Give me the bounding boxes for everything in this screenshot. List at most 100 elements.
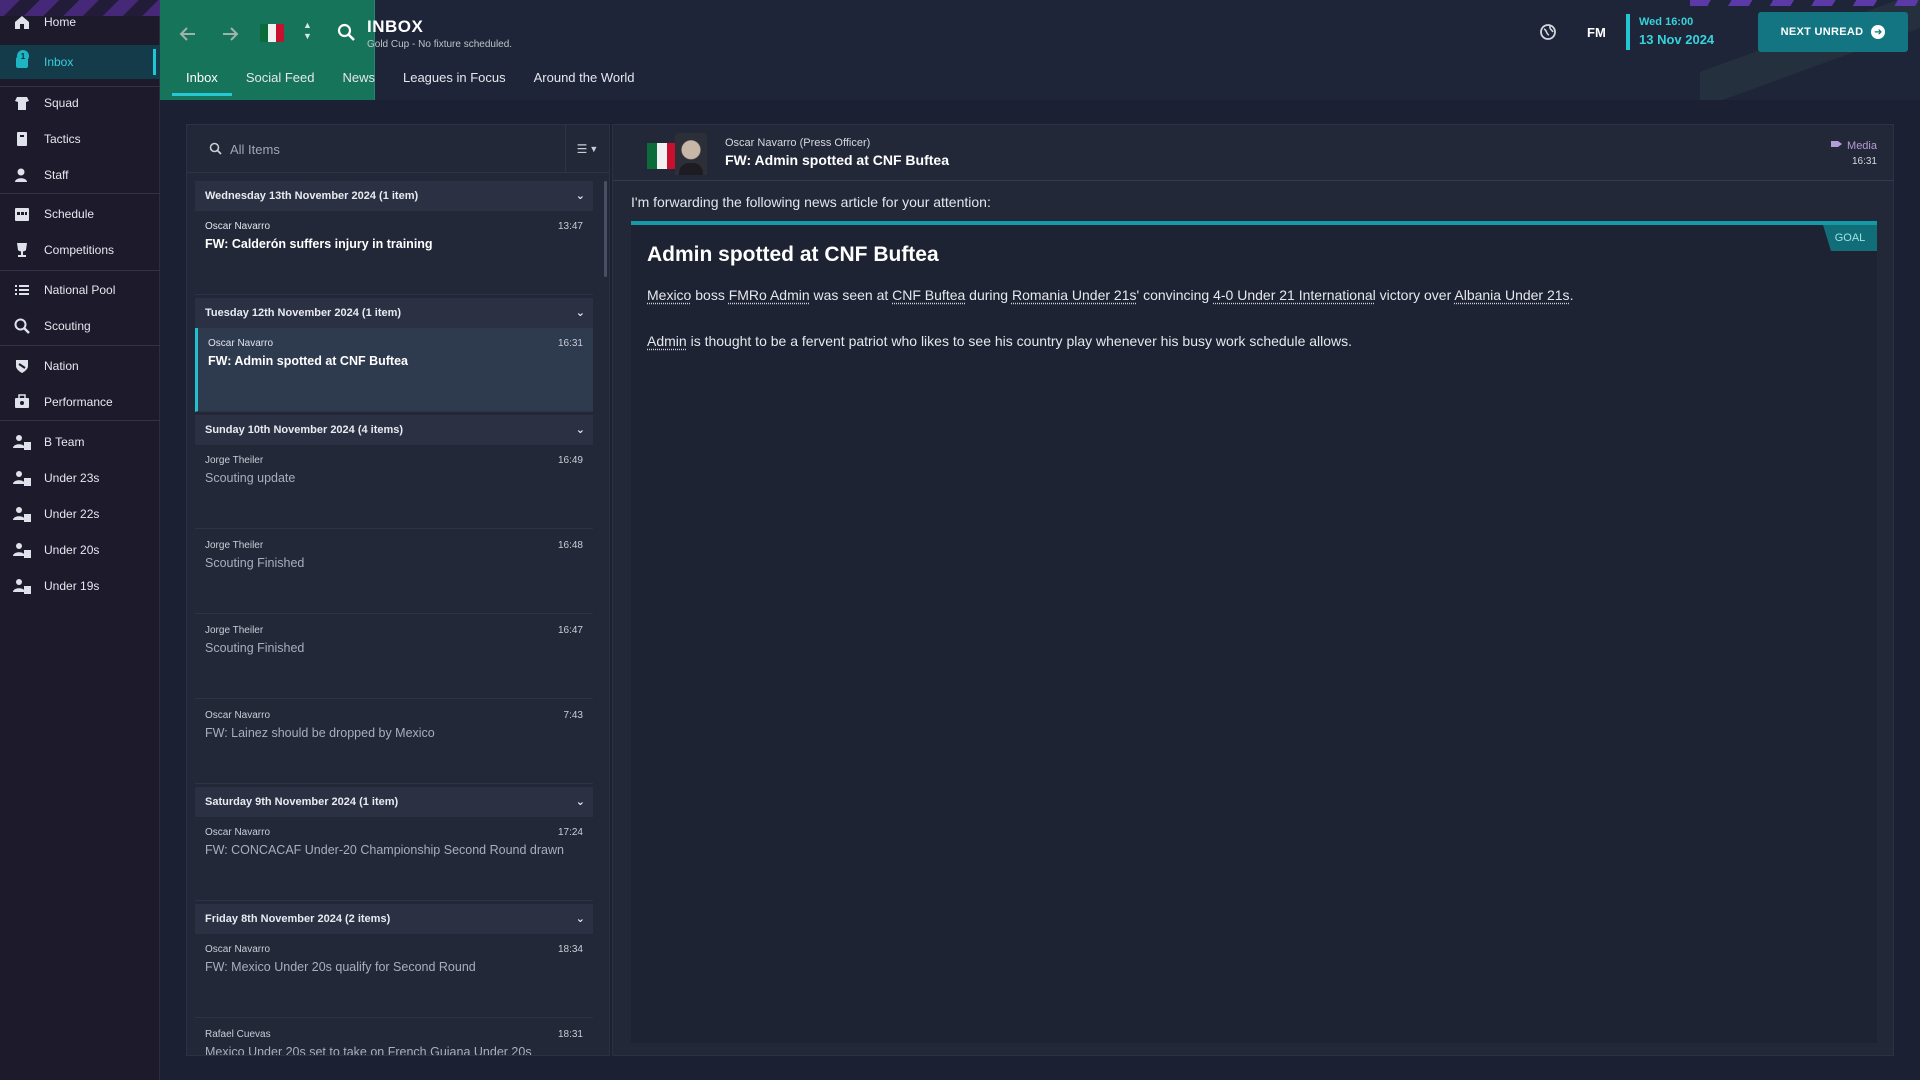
text: is thought to be a fervent patriot who l… xyxy=(686,333,1353,349)
performance-icon xyxy=(12,392,32,412)
next-unread-button[interactable]: NEXT UNREAD ➜ xyxy=(1758,12,1908,52)
sidebar-item-label: Performance xyxy=(44,395,113,409)
message-time: 16:31 xyxy=(1851,156,1877,167)
message-sender: Oscar Navarro xyxy=(205,827,271,838)
message-item[interactable]: Jorge Theiler 16:49 Scouting update xyxy=(195,445,593,529)
team-icon xyxy=(12,432,32,452)
link-opponent[interactable]: Albania Under 21s xyxy=(1454,287,1569,303)
link-manager[interactable]: Admin xyxy=(647,333,687,349)
game-date: 13 Nov 2024 xyxy=(1639,32,1715,47)
tab-social-feed[interactable]: Social Feed xyxy=(232,66,329,96)
inbox-badge: 1 xyxy=(17,50,29,62)
article-paragraph: Admin is thought to be a fervent patriot… xyxy=(647,333,1352,349)
sidebar-item-label: Nation xyxy=(44,359,79,373)
message-item[interactable]: Oscar Navarro 13:47 FW: Calderón suffers… xyxy=(195,211,593,295)
sidebar-item-squad[interactable]: Squad xyxy=(0,86,160,120)
sidebar-item-under-19s[interactable]: Under 19s xyxy=(0,569,160,603)
globe-icon[interactable] xyxy=(1538,22,1558,47)
link-stadium[interactable]: CNF Buftea xyxy=(892,287,965,303)
shield-icon xyxy=(12,356,32,376)
date-group-label: Sunday 10th November 2024 (4 items) xyxy=(205,424,404,436)
search-icon[interactable] xyxy=(336,22,356,47)
sort-menu-button[interactable]: ☰ ▼ xyxy=(565,125,609,173)
message-item[interactable]: Oscar Navarro 17:24 FW: CONCACAF Under-2… xyxy=(195,817,593,901)
team-icon xyxy=(12,504,32,524)
sender-avatar[interactable] xyxy=(675,133,707,175)
sidebar-item-tactics[interactable]: Tactics xyxy=(0,122,160,156)
sidebar-item-scouting[interactable]: Scouting xyxy=(0,309,160,343)
date-group-header[interactable]: Wednesday 13th November 2024 (1 item) ⌄ xyxy=(195,181,593,211)
sidebar-item-national-pool[interactable]: National Pool xyxy=(0,273,160,307)
message-sender: Jorge Theiler xyxy=(205,540,264,551)
message-item[interactable]: Oscar Navarro 16:31 FW: Admin spotted at… xyxy=(195,328,593,412)
search-input[interactable]: All Items xyxy=(230,142,280,157)
message-time: 18:31 xyxy=(557,1029,583,1040)
sidebar-item-inbox[interactable]: 1 Inbox xyxy=(0,45,160,79)
sidebar-item-schedule[interactable]: Schedule xyxy=(0,197,160,231)
sidebar-item-staff[interactable]: Staff xyxy=(0,158,160,192)
tab-around-the-world[interactable]: Around the World xyxy=(520,66,649,96)
page-subtitle: Gold Cup - No fixture scheduled. xyxy=(367,39,513,50)
scrollbar[interactable] xyxy=(604,181,607,277)
date-group-header[interactable]: Saturday 9th November 2024 (1 item) ⌄ xyxy=(195,787,593,817)
chevron-down-icon: ⌄ xyxy=(575,913,585,925)
fm-logo[interactable]: FM xyxy=(1587,25,1606,40)
message-item[interactable]: Oscar Navarro 7:43 FW: Lainez should be … xyxy=(195,700,593,784)
sidebar-item-nation[interactable]: Nation xyxy=(0,349,160,383)
tab-inbox[interactable]: Inbox xyxy=(172,66,232,96)
message-list-panel: All Items ☰ ▼ Wednesday 13th November 202… xyxy=(186,124,610,1056)
message-subject: Scouting update xyxy=(205,471,296,485)
menu-icon: ☰ xyxy=(576,142,588,156)
divider xyxy=(0,345,160,346)
date-group-label: Wednesday 13th November 2024 (1 item) xyxy=(205,190,419,202)
source-tag: GOAL xyxy=(1823,225,1877,251)
date-group-header[interactable]: Tuesday 12th November 2024 (1 item) ⌄ xyxy=(195,298,593,328)
link-team[interactable]: Romania Under 21s xyxy=(1012,287,1137,303)
news-article: GOAL Admin spotted at CNF Buftea Mexico … xyxy=(631,221,1877,1043)
text: was seen at xyxy=(809,287,893,303)
message-time: 13:47 xyxy=(557,221,583,232)
message-time: 7:43 xyxy=(563,710,583,721)
text: ' convincing xyxy=(1136,287,1214,303)
sidebar-item-b-team[interactable]: B Team xyxy=(0,425,160,459)
tab-news[interactable]: News xyxy=(328,66,389,96)
message-time: 16:48 xyxy=(557,540,583,551)
sidebar-item-under-22s[interactable]: Under 22s xyxy=(0,497,160,531)
next-unread-label: NEXT UNREAD xyxy=(1780,26,1864,38)
sidebar-item-competitions[interactable]: Competitions xyxy=(0,233,160,267)
message-from[interactable]: Oscar Navarro (Press Officer) xyxy=(725,137,870,149)
message-item[interactable]: Oscar Navarro 18:34 FW: Mexico Under 20s… xyxy=(195,934,593,1018)
message-subject: Mexico Under 20s set to take on French G… xyxy=(205,1045,532,1056)
message-subject: FW: Admin spotted at CNF Buftea xyxy=(208,354,408,368)
link-manager[interactable]: FMRo Admin xyxy=(729,287,810,303)
sidebar-item-label: Scouting xyxy=(44,319,91,333)
forward-arrow-icon[interactable] xyxy=(216,20,244,48)
team-icon xyxy=(12,468,32,488)
arrow-right-icon: ➜ xyxy=(1871,25,1886,39)
message-item[interactable]: Jorge Theiler 16:48 Scouting Finished xyxy=(195,530,593,614)
sidebar-item-label: Under 20s xyxy=(44,543,100,557)
sidebar-item-under-23s[interactable]: Under 23s xyxy=(0,461,160,495)
header-stripes xyxy=(1690,0,1920,6)
back-arrow-icon[interactable] xyxy=(174,20,202,48)
sidebar-item-home[interactable]: Home xyxy=(0,5,160,39)
link-match[interactable]: 4-0 Under 21 International xyxy=(1213,287,1376,303)
list-filter-bar: All Items ☰ ▼ xyxy=(187,125,609,173)
chevron-down-icon: ⌄ xyxy=(575,190,585,202)
sidebar-item-under-20s[interactable]: Under 20s xyxy=(0,533,160,567)
message-item[interactable]: Jorge Theiler 16:47 Scouting Finished xyxy=(195,615,593,699)
link-nation[interactable]: Mexico xyxy=(647,287,691,303)
message-subject: Scouting Finished xyxy=(205,556,305,570)
tag-icon xyxy=(1831,139,1843,152)
date-group-label: Saturday 9th November 2024 (1 item) xyxy=(205,796,399,808)
chevron-down-icon: ⌄ xyxy=(575,307,585,319)
message-subject: Scouting Finished xyxy=(205,641,305,655)
sidebar-item-performance[interactable]: Performance xyxy=(0,385,160,419)
tab-leagues-in-focus[interactable]: Leagues in Focus xyxy=(389,66,520,96)
chevron-up-down-icon[interactable]: ▲ ▼ xyxy=(303,20,312,42)
date-group-header[interactable]: Sunday 10th November 2024 (4 items) ⌄ xyxy=(195,415,593,445)
sidebar-item-label: Tactics xyxy=(44,132,81,146)
date-group-header[interactable]: Friday 8th November 2024 (2 items) ⌄ xyxy=(195,904,593,934)
message-item[interactable]: Rafael Cuevas 18:31 Mexico Under 20s set… xyxy=(195,1019,593,1056)
mexico-flag-icon[interactable] xyxy=(260,24,284,42)
